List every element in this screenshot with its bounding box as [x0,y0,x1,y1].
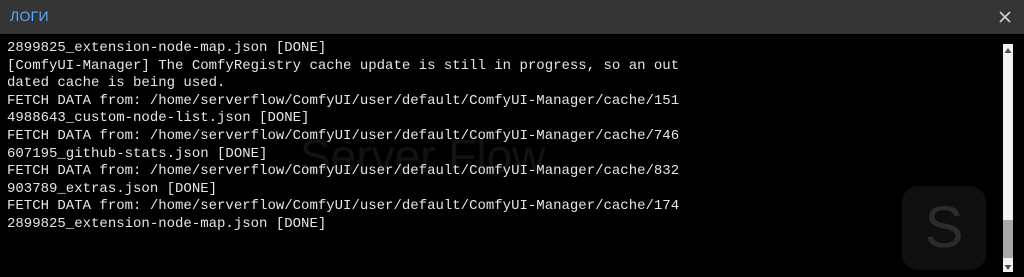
log-line: 2899825_extension-node-map.json [DONE] [7,215,327,232]
scroll-down-arrow-icon[interactable] [1003,260,1013,272]
log-line: FETCH DATA from: /home/serverflow/ComfyU… [7,198,680,215]
scroll-up-arrow-icon[interactable] [1003,44,1013,56]
log-line: 903789_extras.json [DONE] [7,180,218,197]
titlebar: ЛОГИ [0,0,1024,34]
log-line: FETCH DATA from: /home/serverflow/ComfyU… [7,127,680,144]
log-line: dated cache is being used. [7,75,226,92]
log-line: FETCH DATA from: /home/serverflow/ComfyU… [7,92,680,109]
log-output: 2899825_extension-node-map.json [DONE] [… [7,40,987,234]
logs-window: ЛОГИ Server Flow S 2899825_extension-nod… [0,0,1024,277]
log-console[interactable]: Server Flow S 2899825_extension-node-map… [0,34,1024,277]
log-line: 607195_github-stats.json [DONE] [7,145,268,162]
window-title: ЛОГИ [10,8,49,24]
close-icon[interactable] [994,6,1016,28]
log-line: FETCH DATA from: /home/serverflow/ComfyU… [7,163,680,180]
vertical-scrollbar[interactable] [1000,44,1016,272]
scroll-thumb[interactable] [1003,220,1013,258]
log-line: [ComfyUI-Manager] The ComfyRegistry cach… [7,57,680,74]
log-line: 4988643_custom-node-list.json [DONE] [7,110,310,127]
log-line: 2899825_extension-node-map.json [DONE] [7,40,327,56]
